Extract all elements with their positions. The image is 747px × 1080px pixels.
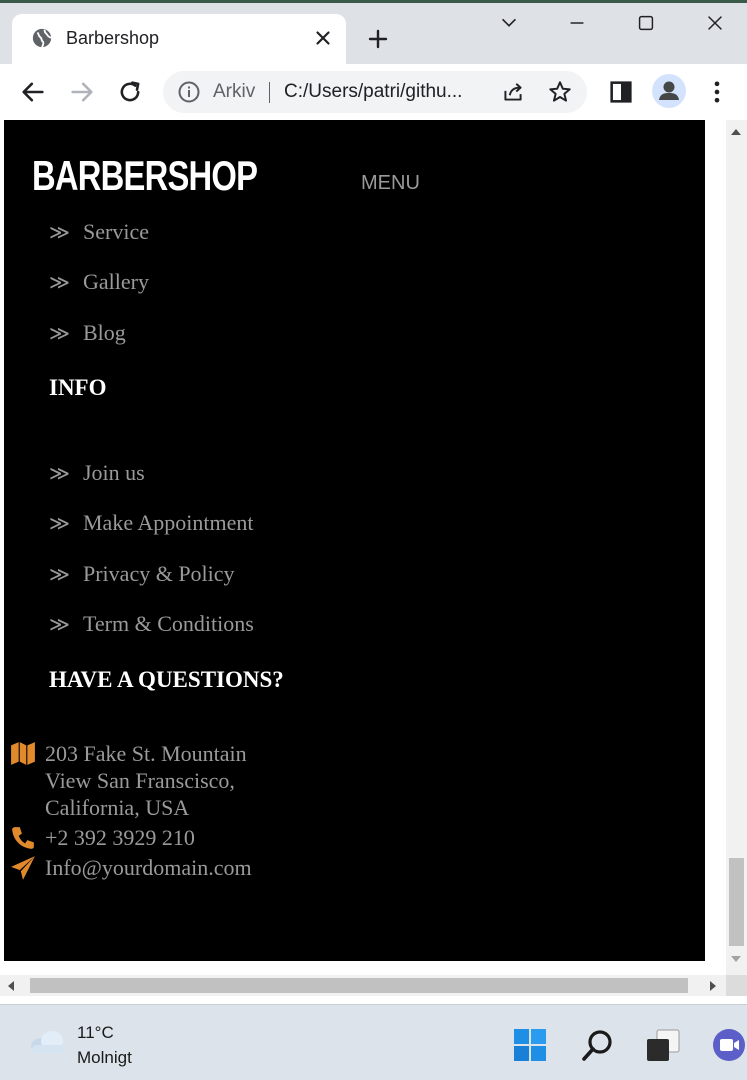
more-menu-icon[interactable]: [703, 78, 731, 106]
info-icon[interactable]: [177, 80, 201, 104]
phone-icon: [12, 827, 34, 849]
person-icon: [659, 81, 679, 100]
browser-toolbar: Arkiv C:/Users/patri/githu...: [0, 64, 747, 120]
info-heading: INFO: [49, 375, 107, 400]
info-link-terms-conditions[interactable]: ≫ Term & Conditions: [49, 611, 254, 637]
address-line: 203 Fake St. Mountain: [45, 741, 247, 766]
info-link-label: Make Appointment: [83, 510, 254, 535]
address-divider: [269, 82, 270, 103]
scrollbar-corner: [726, 975, 747, 996]
info-link-label: Term & Conditions: [83, 611, 254, 636]
menu-toggle-button[interactable]: MENU: [361, 172, 420, 195]
side-panel-icon[interactable]: [607, 78, 635, 106]
horizontal-scrollbar[interactable]: [0, 975, 726, 996]
address-line: View San Franscisco,: [45, 768, 235, 793]
tab-strip: Barbershop: [0, 0, 747, 64]
forward-icon[interactable]: [68, 78, 96, 106]
close-tab-icon[interactable]: [312, 27, 334, 49]
address-line: California, USA: [45, 795, 190, 820]
nav-link-label: Blog: [83, 320, 126, 345]
contact-phone[interactable]: +2 392 3929 210: [45, 824, 195, 851]
address-url[interactable]: C:/Users/patri/githu...: [284, 81, 462, 103]
double-chevron-icon: ≫: [49, 513, 70, 535]
contact-email[interactable]: Info@yourdomain.com: [45, 854, 252, 881]
window-frame-edge: [0, 0, 747, 3]
profile-avatar[interactable]: [652, 74, 686, 108]
scroll-up-arrow[interactable]: [731, 129, 741, 135]
double-chevron-icon: ≫: [49, 614, 70, 636]
questions-heading: HAVE A QUESTIONS?: [49, 667, 284, 692]
info-link-join-us[interactable]: ≫ Join us: [49, 460, 145, 486]
nav-link-label: Gallery: [83, 269, 149, 294]
tab-search-icon[interactable]: [498, 12, 520, 34]
maximize-icon[interactable]: [635, 12, 657, 34]
bookmark-star-icon[interactable]: [547, 79, 573, 105]
contact-address: 203 Fake St. Mountain View San Franscisc…: [45, 740, 247, 821]
reload-icon[interactable]: [116, 78, 144, 106]
nav-link-service[interactable]: ≫ Service: [49, 219, 149, 245]
double-chevron-icon: ≫: [49, 564, 70, 586]
file-scheme-label: Arkiv: [213, 81, 256, 102]
nav-link-blog[interactable]: ≫ Blog: [49, 320, 126, 346]
double-chevron-icon: ≫: [49, 222, 70, 244]
share-icon[interactable]: [500, 79, 526, 105]
info-link-privacy-policy[interactable]: ≫ Privacy & Policy: [49, 561, 235, 587]
cloud-icon[interactable]: [28, 1027, 68, 1057]
browser-viewport: BARBERSHOP MENU ≫ Service ≫ Gallery ≫ Blog …: [0, 120, 747, 996]
task-view-icon[interactable]: [645, 1027, 681, 1063]
globe-icon: [32, 28, 52, 48]
info-link-label: Join us: [83, 460, 145, 485]
windows-start-icon[interactable]: [512, 1027, 548, 1063]
back-icon[interactable]: [19, 78, 47, 106]
double-chevron-icon: ≫: [49, 272, 70, 294]
site-navigation-panel: BARBERSHOP MENU ≫ Service ≫ Gallery ≫ Blog …: [4, 120, 705, 961]
double-chevron-icon: ≫: [49, 323, 70, 345]
horizontal-scroll-thumb[interactable]: [30, 978, 688, 993]
map-icon: [11, 742, 35, 765]
search-icon[interactable]: [580, 1027, 616, 1063]
site-logo[interactable]: BARBERSHOP: [32, 152, 258, 200]
paper-plane-icon: [11, 856, 35, 880]
vertical-scroll-thumb[interactable]: [729, 858, 744, 946]
new-tab-icon[interactable]: [366, 27, 390, 51]
scroll-down-arrow[interactable]: [731, 956, 741, 962]
teams-chat-icon[interactable]: [711, 1027, 747, 1063]
nav-link-gallery[interactable]: ≫ Gallery: [49, 269, 149, 295]
info-link-label: Privacy & Policy: [83, 561, 235, 586]
vertical-scrollbar[interactable]: [726, 120, 747, 975]
tab-title: Barbershop: [66, 28, 160, 48]
close-window-icon[interactable]: [704, 12, 726, 34]
windows-taskbar: 11°C Molnigt: [0, 1004, 747, 1080]
info-link-make-appointment[interactable]: ≫ Make Appointment: [49, 510, 253, 536]
nav-link-label: Service: [83, 219, 149, 244]
double-chevron-icon: ≫: [49, 463, 70, 485]
address-bar[interactable]: Arkiv C:/Users/patri/githu...: [163, 71, 587, 113]
scroll-left-arrow[interactable]: [8, 981, 14, 991]
minimize-icon[interactable]: [566, 12, 588, 34]
browser-tab[interactable]: Barbershop: [12, 14, 346, 64]
scroll-right-arrow[interactable]: [710, 981, 716, 991]
weather-temperature[interactable]: 11°C: [77, 1023, 114, 1043]
weather-description[interactable]: Molnigt: [77, 1048, 132, 1068]
